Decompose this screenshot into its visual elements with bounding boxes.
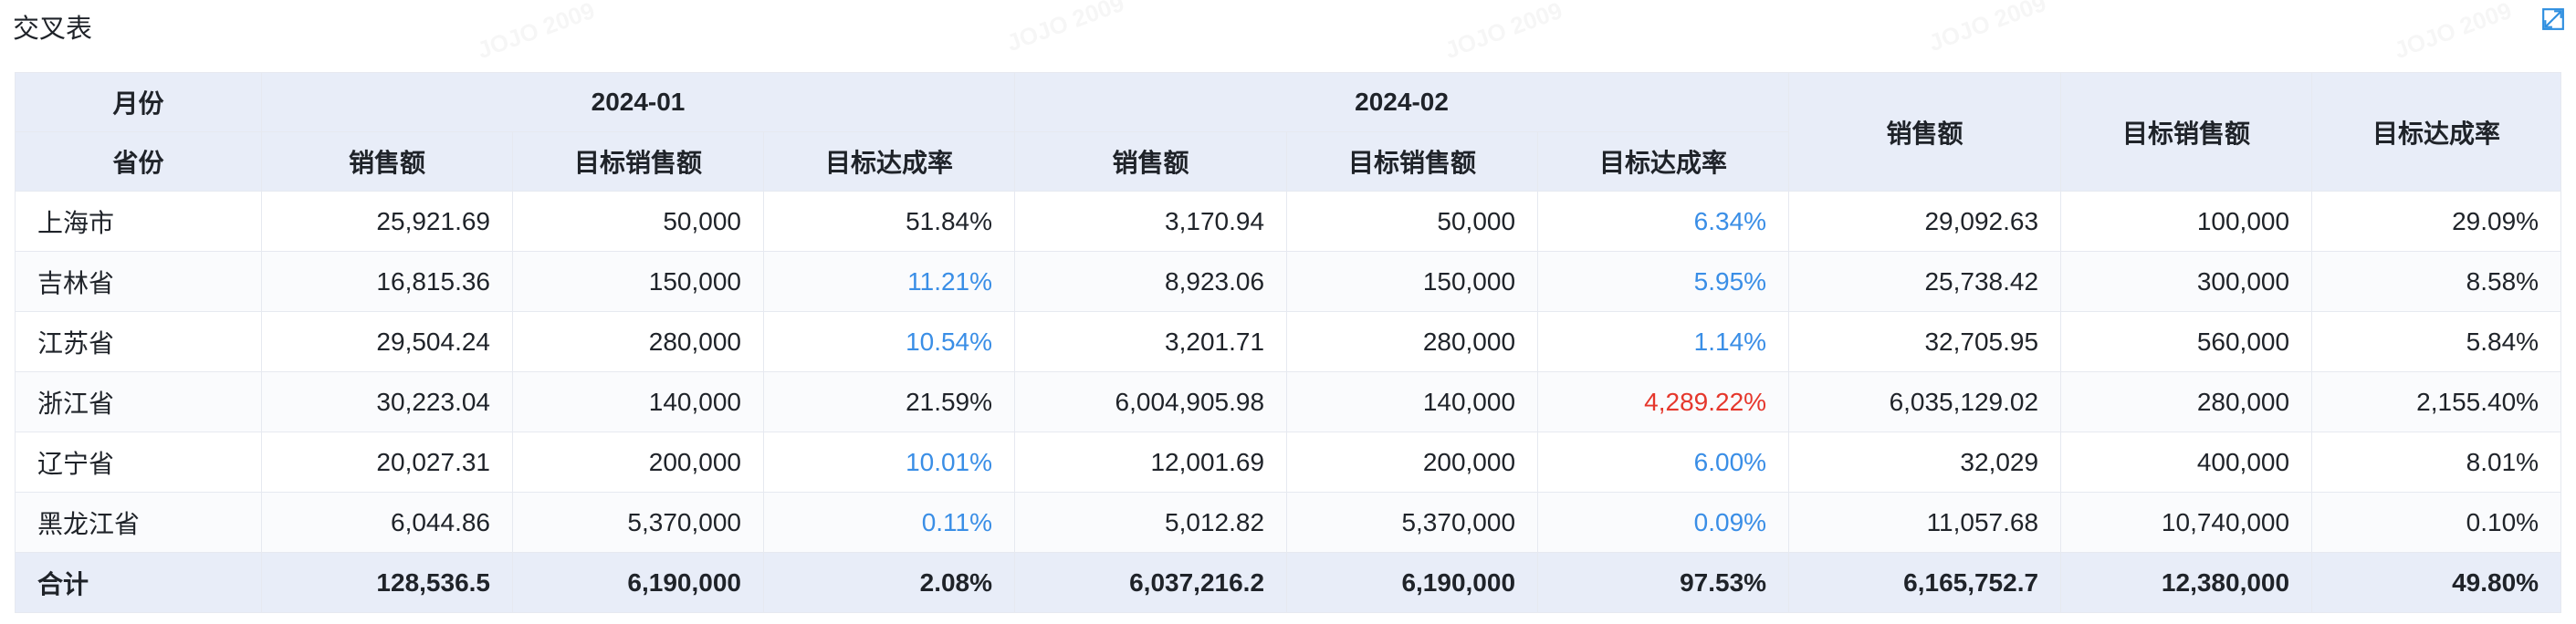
cell-achievement-rate: 10.54% <box>762 311 1016 372</box>
cell-sales: 6,004,905.98 <box>1014 371 1288 432</box>
cell-sales: 20,027.31 <box>261 432 513 493</box>
total-grand-achievement-rate: 49.80% <box>2311 552 2562 613</box>
header-metric-target-sales[interactable]: 目标销售额 <box>1286 131 1539 192</box>
header-corner-province: 省份 <box>15 131 262 192</box>
table-row: 浙江省 30,223.04 140,000 21.59% 6,004,905.9… <box>15 371 2562 432</box>
cell-target-sales: 140,000 <box>1286 371 1539 432</box>
cell-total-sales: 32,705.95 <box>1788 311 2062 372</box>
header-total-target-sales[interactable]: 目标销售额 <box>2060 72 2313 192</box>
cell-achievement-rate: 10.01% <box>762 432 1016 493</box>
header-metric-achievement-rate[interactable]: 目标达成率 <box>762 131 1016 192</box>
row-province: 吉林省 <box>15 251 262 312</box>
row-province: 江苏省 <box>15 311 262 372</box>
cell-achievement-rate: 11.21% <box>762 251 1016 312</box>
cell-target-sales: 5,370,000 <box>512 492 764 553</box>
watermark: JOJO 2009 <box>2391 0 2516 65</box>
cell-sales: 30,223.04 <box>261 371 513 432</box>
header-total-achievement-rate[interactable]: 目标达成率 <box>2311 72 2562 192</box>
total-grand-target-sales: 12,380,000 <box>2060 552 2313 613</box>
row-province: 黑龙江省 <box>15 492 262 553</box>
table-row: 江苏省 29,504.24 280,000 10.54% 3,201.71 28… <box>15 311 2562 372</box>
row-province: 上海市 <box>15 191 262 252</box>
header-group-2024-01[interactable]: 2024-01 <box>260 72 1016 132</box>
cell-target-sales: 150,000 <box>1286 251 1539 312</box>
cell-achievement-rate: 0.11% <box>762 492 1016 553</box>
header-metric-sales[interactable]: 销售额 <box>1014 131 1288 192</box>
cell-total-achievement-rate: 2,155.40% <box>2311 371 2562 432</box>
cell-achievement-rate: 6.34% <box>1537 191 1790 252</box>
total-sales: 6,037,216.2 <box>1014 552 1288 613</box>
cell-sales: 3,170.94 <box>1014 191 1288 252</box>
cell-total-sales: 25,738.42 <box>1788 251 2062 312</box>
watermark: JOJO 2009 <box>1441 0 1566 65</box>
cell-sales: 5,012.82 <box>1014 492 1288 553</box>
watermark: JOJO 2009 <box>1925 0 2050 57</box>
cell-target-sales: 140,000 <box>512 371 764 432</box>
cell-achievement-rate: 1.14% <box>1537 311 1790 372</box>
cell-total-achievement-rate: 29.09% <box>2311 191 2562 252</box>
total-grand-sales: 6,165,752.7 <box>1788 552 2062 613</box>
cell-sales: 29,504.24 <box>261 311 513 372</box>
cross-table: 月份 2024-01 2024-02 销售额 目标销售额 目标达成率 省份 销售… <box>15 72 2562 613</box>
cell-sales: 12,001.69 <box>1014 432 1288 493</box>
cell-target-sales: 200,000 <box>1286 432 1539 493</box>
cell-sales: 16,815.36 <box>261 251 513 312</box>
table-row: 黑龙江省 6,044.86 5,370,000 0.11% 5,012.82 5… <box>15 492 2562 553</box>
header-group-2024-02[interactable]: 2024-02 <box>1014 72 1790 132</box>
table-row: 上海市 25,921.69 50,000 51.84% 3,170.94 50,… <box>15 191 2562 252</box>
total-label: 合计 <box>15 552 262 613</box>
cell-total-sales: 32,029 <box>1788 432 2062 493</box>
expand-icon[interactable] <box>2541 7 2565 31</box>
total-target-sales: 6,190,000 <box>512 552 764 613</box>
cell-total-target-sales: 400,000 <box>2060 432 2313 493</box>
cell-total-achievement-rate: 8.58% <box>2311 251 2562 312</box>
cell-total-achievement-rate: 5.84% <box>2311 311 2562 372</box>
watermark: JOJO 2009 <box>1003 0 1128 57</box>
cell-total-target-sales: 10,740,000 <box>2060 492 2313 553</box>
cell-target-sales: 150,000 <box>512 251 764 312</box>
header-metric-sales[interactable]: 销售额 <box>261 131 513 192</box>
cell-target-sales: 50,000 <box>1286 191 1539 252</box>
total-row: 合计 128,536.5 6,190,000 2.08% 6,037,216.2… <box>15 552 2562 613</box>
cell-total-achievement-rate: 0.10% <box>2311 492 2562 553</box>
header-corner-month: 月份 <box>15 72 262 132</box>
total-sales: 128,536.5 <box>261 552 513 613</box>
cell-total-target-sales: 100,000 <box>2060 191 2313 252</box>
cell-achievement-rate: 21.59% <box>762 371 1016 432</box>
page-title: 交叉表 <box>13 15 93 44</box>
cell-achievement-rate: 5.95% <box>1537 251 1790 312</box>
cell-total-target-sales: 560,000 <box>2060 311 2313 372</box>
header-metric-achievement-rate[interactable]: 目标达成率 <box>1537 131 1790 192</box>
cell-target-sales: 280,000 <box>1286 311 1539 372</box>
cell-total-achievement-rate: 8.01% <box>2311 432 2562 493</box>
total-achievement-rate: 2.08% <box>762 552 1016 613</box>
total-achievement-rate: 97.53% <box>1537 552 1790 613</box>
cell-sales: 3,201.71 <box>1014 311 1288 372</box>
cell-target-sales: 5,370,000 <box>1286 492 1539 553</box>
cell-total-sales: 11,057.68 <box>1788 492 2062 553</box>
cell-achievement-rate: 4,289.22% <box>1537 371 1790 432</box>
header-metric-target-sales[interactable]: 目标销售额 <box>512 131 764 192</box>
cell-total-target-sales: 300,000 <box>2060 251 2313 312</box>
cell-achievement-rate: 6.00% <box>1537 432 1790 493</box>
cell-target-sales: 50,000 <box>512 191 764 252</box>
watermark: JOJO 2009 <box>474 0 599 65</box>
total-target-sales: 6,190,000 <box>1286 552 1539 613</box>
header-row-groups: 月份 2024-01 2024-02 销售额 目标销售额 目标达成率 <box>15 72 2562 192</box>
cell-achievement-rate: 51.84% <box>762 191 1016 252</box>
cell-total-sales: 29,092.63 <box>1788 191 2062 252</box>
cell-sales: 25,921.69 <box>261 191 513 252</box>
cell-sales: 8,923.06 <box>1014 251 1288 312</box>
cell-target-sales: 280,000 <box>512 311 764 372</box>
cell-sales: 6,044.86 <box>261 492 513 553</box>
row-province: 辽宁省 <box>15 432 262 493</box>
cell-total-target-sales: 280,000 <box>2060 371 2313 432</box>
table-row: 吉林省 16,815.36 150,000 11.21% 8,923.06 15… <box>15 251 2562 312</box>
row-province: 浙江省 <box>15 371 262 432</box>
cell-achievement-rate: 0.09% <box>1537 492 1790 553</box>
header-total-sales[interactable]: 销售额 <box>1788 72 2062 192</box>
table-row: 辽宁省 20,027.31 200,000 10.01% 12,001.69 2… <box>15 432 2562 493</box>
cell-target-sales: 200,000 <box>512 432 764 493</box>
cell-total-sales: 6,035,129.02 <box>1788 371 2062 432</box>
